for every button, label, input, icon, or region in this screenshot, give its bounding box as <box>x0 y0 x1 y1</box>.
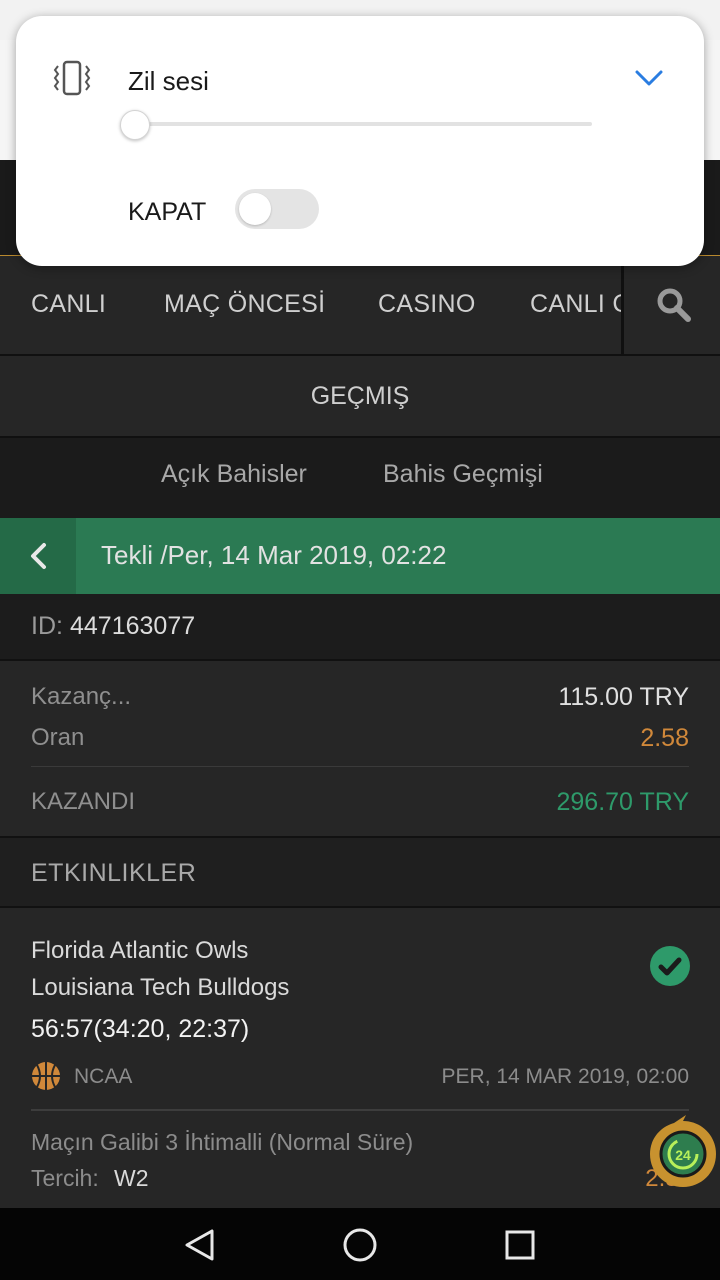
tab-bet-history[interactable]: Bahis Geçmişi <box>383 460 543 489</box>
section-header: GEÇMIŞ <box>0 356 720 438</box>
chevron-down-icon[interactable] <box>632 66 666 90</box>
system-nav-bar <box>0 1208 720 1280</box>
main-nav: CANLI MAÇ ÖNCESİ CASINO CANLI C <box>0 256 720 356</box>
vibrate-icon[interactable] <box>50 58 94 98</box>
result-label: KAZANDI <box>31 788 136 815</box>
event-market: Maçın Galibi 3 İhtimalli (Normal Süre) <box>31 1129 414 1155</box>
bet-id-label: ID: <box>31 612 63 640</box>
check-circle-icon <box>650 946 690 986</box>
nav-item-canli-casino[interactable]: CANLI C <box>530 290 622 319</box>
nav-item-canli-casino-clip: CANLI C <box>530 256 622 354</box>
nav-item-canli[interactable]: CANLI <box>31 290 106 319</box>
bet-header-title: Tekli /Per, 14 Mar 2019, 02:22 <box>101 540 447 570</box>
basketball-icon <box>32 1062 60 1090</box>
home-circle-icon[interactable] <box>342 1227 378 1263</box>
nav-divider <box>621 256 624 354</box>
bet-tabs: Açık Bahisler Bahis Geçmişi <box>0 438 720 510</box>
event-score: 56:57(34:20, 22:37) <box>31 1015 250 1043</box>
divider <box>31 766 689 767</box>
event-league: NCAA <box>74 1065 133 1088</box>
volume-slider-thumb[interactable] <box>120 110 150 140</box>
stake-label: Kazanç... <box>31 683 132 710</box>
bet-header-bar: Tekli /Per, 14 Mar 2019, 02:22 <box>0 518 720 594</box>
odds-label: Oran <box>31 724 85 751</box>
team-away: Louisiana Tech Bulldogs <box>31 974 290 1001</box>
stake-value: 115.00 TRY <box>558 683 689 711</box>
tab-open-bets[interactable]: Açık Bahisler <box>161 460 307 489</box>
support-button[interactable]: 24 <box>646 1115 720 1193</box>
volume-slider[interactable] <box>128 122 592 126</box>
events-title: ETKINLIKLER <box>31 859 197 887</box>
recents-square-icon[interactable] <box>504 1229 536 1261</box>
team-home: Florida Atlantic Owls <box>31 937 249 964</box>
result-value: 296.70 TRY <box>556 788 689 816</box>
volume-popup: Zil sesi KAPAT <box>16 16 704 266</box>
volume-title: Zil sesi <box>128 66 209 96</box>
event-card: Florida Atlantic Owls Louisiana Tech Bul… <box>0 908 720 1208</box>
back-button[interactable] <box>0 518 76 594</box>
toggle-label: KAPAT <box>128 198 207 226</box>
pick-value: W2 <box>114 1165 149 1191</box>
events-header: ETKINLIKLER <box>0 838 720 908</box>
bet-id-row: ID: 447163077 <box>0 594 720 661</box>
chevron-left-icon <box>31 543 46 569</box>
bet-id-value: 447163077 <box>70 612 196 640</box>
search-icon[interactable] <box>656 287 692 323</box>
support-badge-text: 24 <box>675 1147 691 1163</box>
odds-value: 2.58 <box>640 724 689 752</box>
nav-item-mac-oncesi[interactable]: MAÇ ÖNCESİ <box>164 290 325 319</box>
support-24-icon: 24 <box>650 1115 716 1187</box>
toggle-knob <box>239 193 271 225</box>
back-triangle-icon[interactable] <box>183 1228 217 1262</box>
pick-label: Tercih: <box>31 1165 99 1191</box>
mute-toggle[interactable] <box>235 189 319 229</box>
page-title: GEÇMIŞ <box>310 382 410 410</box>
divider <box>31 1109 689 1111</box>
nav-item-casino[interactable]: CASINO <box>378 290 476 319</box>
event-datetime: PER, 14 MAR 2019, 02:00 <box>441 1065 689 1088</box>
bet-summary: Kazanç... 115.00 TRY Oran 2.58 KAZANDI 2… <box>0 661 720 839</box>
